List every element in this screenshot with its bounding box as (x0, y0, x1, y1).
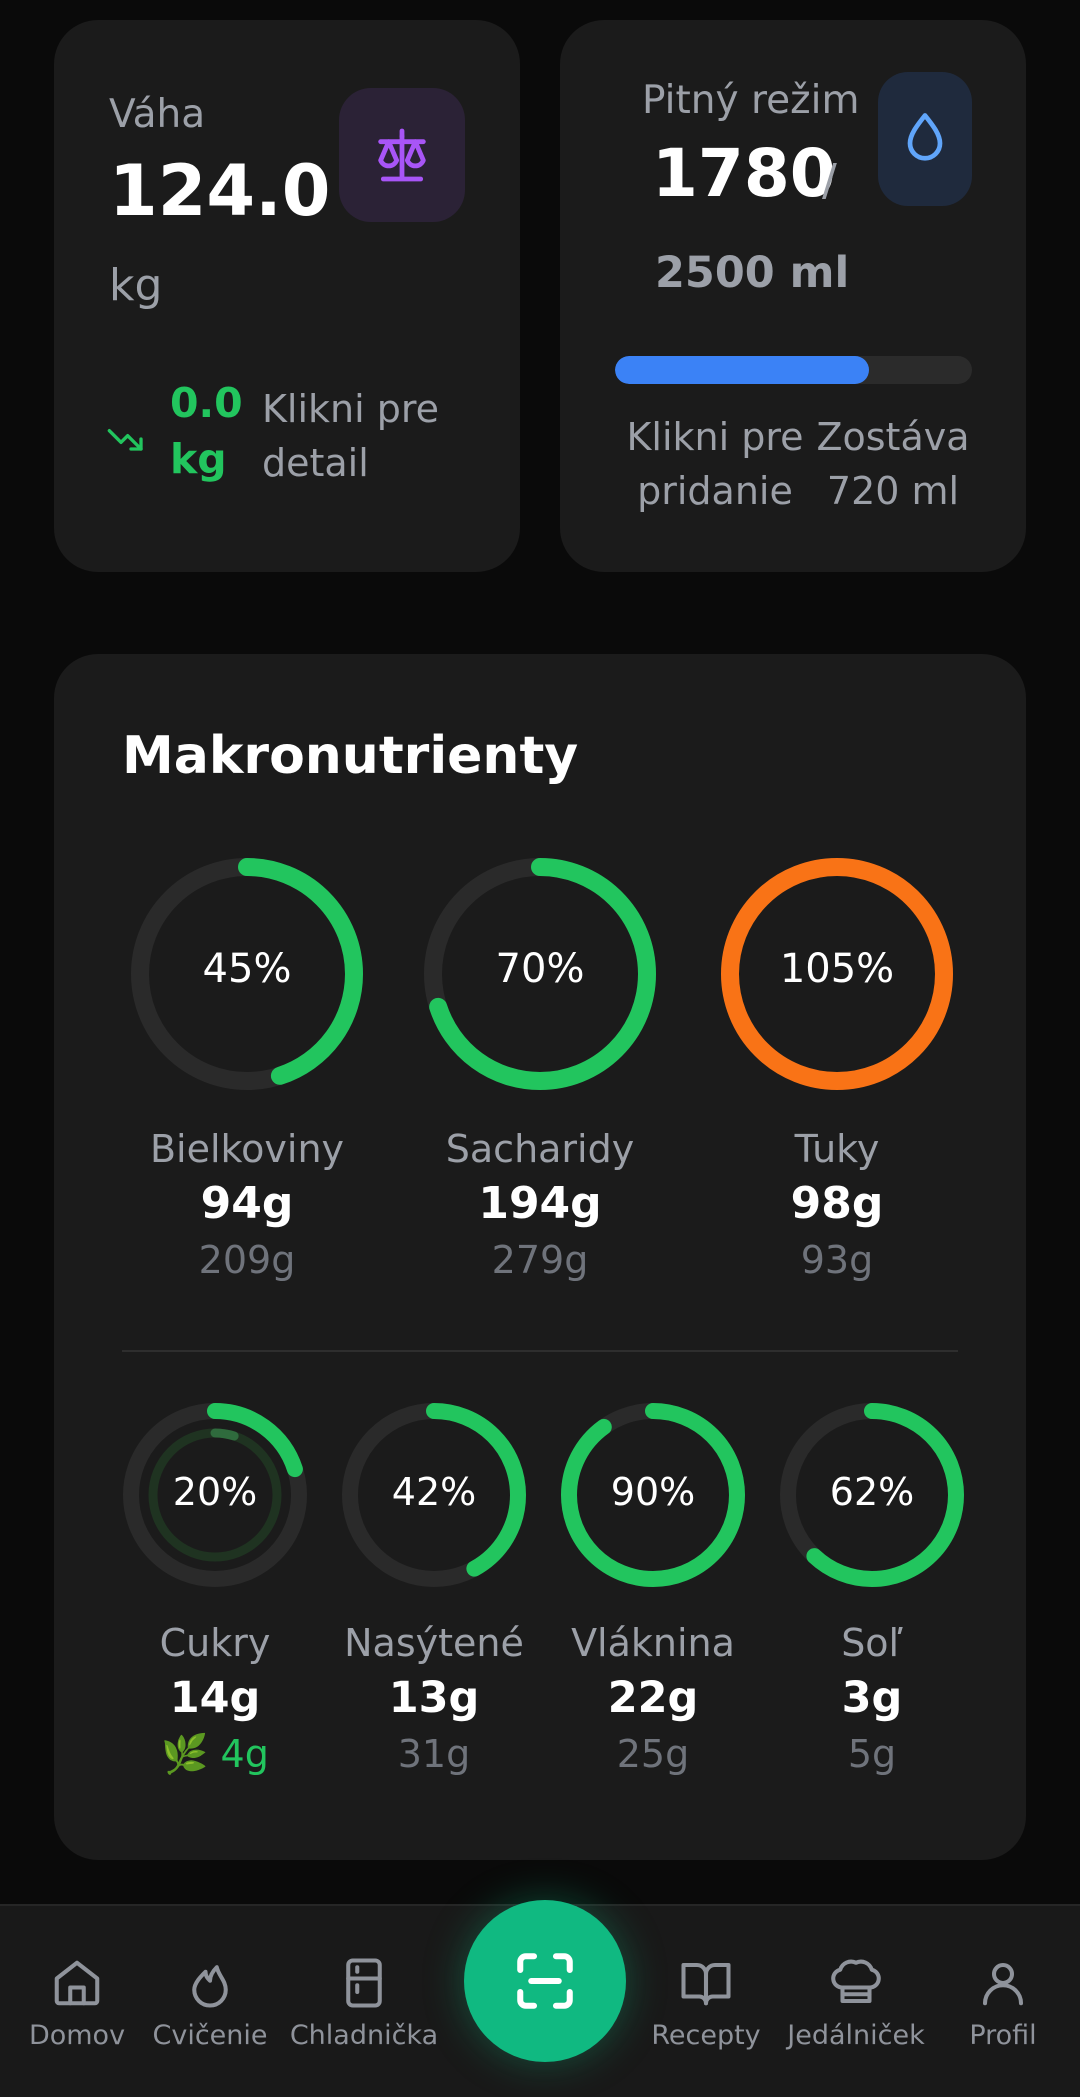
water-hint: Klikni pre pridanie (626, 415, 804, 513)
macro-percent: 62% (829, 1470, 915, 1514)
macro-goal: 🌿 4g (161, 1732, 269, 1776)
macro-value: 14g (169, 1673, 261, 1723)
nav-label: Cvičenie (152, 2020, 268, 2051)
macro-name: Sacharidy (445, 1127, 635, 1171)
macro-value: 98g (790, 1178, 884, 1229)
weight-card[interactable]: Váha 124.0 kg 0.0 kg Klikni pre detail (54, 20, 520, 572)
water-remaining: Zostáva 720 ml (816, 415, 970, 513)
water-value: 1780 (652, 135, 836, 212)
macro-name: Vláknina (571, 1621, 735, 1665)
macro-value: 13g (388, 1673, 480, 1723)
macro-percent: 105% (779, 946, 895, 992)
user-icon (982, 1962, 1024, 2006)
nav-label: Profil (969, 2020, 1037, 2051)
scan-button[interactable] (464, 1900, 626, 2062)
macro-goal: 209g (198, 1238, 296, 1282)
scan-icon (517, 1953, 573, 2009)
water-progress-fill (615, 356, 870, 384)
book-icon (681, 1962, 731, 2006)
water-slash: / (822, 155, 837, 206)
macro-value: 194g (478, 1178, 602, 1229)
macro-name: Nasýtené (344, 1621, 524, 1665)
macro-value: 22g (607, 1673, 699, 1723)
macro-name: Tuky (794, 1127, 880, 1171)
nav-item-profile[interactable]: Profil (948, 1956, 1058, 2051)
nav-label: Recepty (651, 2020, 761, 2051)
water-label: Pitný režim (642, 78, 860, 123)
nav-label: Jedálniček (787, 2020, 925, 2051)
trend-down-icon (107, 428, 143, 451)
nav-item-fridge[interactable]: Chladnička (288, 1956, 440, 2051)
weight-label: Váha (109, 92, 206, 137)
macro-ring-fat[interactable]: 105% Tuky 98g 93g (712, 854, 962, 1286)
nav-item-meal-plan[interactable]: Jedálniček (778, 1956, 934, 2051)
macro-goal: 279g (491, 1238, 589, 1282)
scale-icon (339, 88, 465, 222)
macro-percent: 90% (610, 1470, 696, 1514)
macro-goal: 31g (397, 1732, 471, 1776)
home-icon (54, 1960, 100, 2006)
weight-hint: Klikni pre detail (262, 387, 440, 485)
macro-ring-salt[interactable]: 62% Soľ 3g 5g (767, 1400, 977, 1780)
macro-percent: 20% (172, 1470, 258, 1514)
weight-value: 124.0 (109, 150, 331, 232)
nav-item-recipes[interactable]: Recepty (648, 1956, 764, 2051)
macros-title: Makronutrienty (122, 726, 579, 786)
nav-label: Chladnička (289, 2020, 439, 2051)
macro-name: Cukry (159, 1621, 271, 1665)
chef-hat-icon (831, 1959, 881, 2004)
nav-item-home[interactable]: Domov (18, 1956, 136, 2051)
macro-ring-saturated[interactable]: 42% Nasýtené 13g 31g (329, 1400, 539, 1780)
macro-ring-sugar[interactable]: 20% Cukry 14g 🌿 4g (110, 1400, 320, 1780)
macros-divider (122, 1350, 958, 1352)
macro-ring-fiber[interactable]: 90% Vláknina 22g 25g (548, 1400, 758, 1780)
dashboard: Váha 124.0 kg 0.0 kg Klikni pre detail P… (0, 0, 1080, 2097)
flame-icon (192, 1965, 228, 2008)
weight-unit: kg (109, 260, 163, 311)
macro-percent: 42% (391, 1470, 477, 1514)
macros-card: Makronutrienty 45% Bielkoviny 94g 209g 7… (54, 654, 1026, 1860)
fridge-icon (346, 1958, 382, 2008)
macro-value: 94g (200, 1178, 294, 1229)
macro-percent: 45% (202, 946, 292, 992)
water-card[interactable]: Pitný režim 1780 / 2500 ml Klikni pre pr… (560, 20, 1026, 572)
macro-goal: 5g (847, 1732, 897, 1776)
macro-name: Soľ (841, 1621, 903, 1665)
water-drop-icon (878, 72, 972, 206)
nav-item-exercise[interactable]: Cvičenie (148, 1956, 272, 2051)
macro-value: 3g (841, 1673, 903, 1723)
macro-goal: 25g (616, 1732, 690, 1776)
macro-percent: 70% (495, 946, 585, 992)
macro-ring-protein[interactable]: 45% Bielkoviny 94g 209g (122, 854, 372, 1286)
macro-ring-carbs[interactable]: 70% Sacharidy 194g 279g (415, 854, 665, 1286)
weight-delta: 0.0 kg (170, 379, 243, 483)
macro-name: Bielkoviny (149, 1127, 345, 1171)
macro-goal: 93g (800, 1238, 874, 1282)
water-progress-bar (615, 356, 972, 384)
nav-label: Domov (28, 2020, 126, 2051)
water-goal: 2500 ml (655, 248, 850, 298)
